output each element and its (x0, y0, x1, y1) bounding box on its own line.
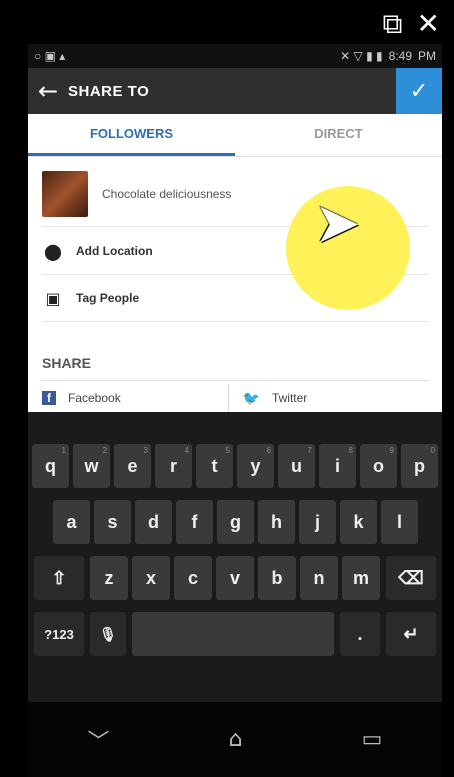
share-facebook[interactable]: f Facebook (42, 384, 228, 412)
status-bar: ○ ▣ ▴ ✕ ▽ ▮ ▮ 8:49 PM (28, 44, 442, 68)
nav-recents-icon[interactable]: ▭ (362, 727, 383, 752)
key-hint: 1 (61, 446, 66, 455)
notification-icon: ○ ▣ ▴ (34, 49, 66, 63)
confirm-check-button[interactable]: ✓ (396, 68, 442, 114)
key-x[interactable]: x (132, 556, 170, 600)
phone-screen: ○ ▣ ▴ ✕ ▽ ▮ ▮ 8:49 PM ← SHARE TO ✓ FOLLO… (28, 44, 442, 777)
tag-people-icon: ▣ (45, 288, 61, 308)
keyboard-row-3: ⇧ ⌫ zxcvbnm (28, 556, 442, 604)
microphone-key[interactable]: 🎙 (90, 612, 126, 656)
key-y[interactable]: y6 (237, 444, 274, 488)
key-g[interactable]: g (217, 500, 254, 544)
key-t[interactable]: t5 (196, 444, 233, 488)
app-bar: ← SHARE TO ✓ (28, 68, 442, 114)
key-e[interactable]: e3 (114, 444, 151, 488)
backspace-key[interactable]: ⌫ (386, 556, 436, 600)
symbols-key[interactable]: ?123 (34, 612, 84, 656)
key-r[interactable]: r4 (155, 444, 192, 488)
keyboard-row-1: q1w2e3r4t5y6u7i8o9p0 (28, 444, 442, 492)
key-hint: 2 (102, 446, 107, 455)
key-j[interactable]: j (299, 500, 336, 544)
key-hint: 9 (389, 446, 394, 455)
signal-icon: ✕ ▽ ▮ ▮ (340, 49, 383, 63)
add-location-label: Add Location (76, 244, 153, 258)
key-m[interactable]: m (342, 556, 380, 600)
tab-followers[interactable]: FOLLOWERS (28, 114, 235, 156)
share-tabs: FOLLOWERS DIRECT (28, 114, 442, 157)
facebook-label: Facebook (68, 391, 121, 405)
key-k[interactable]: k (340, 500, 377, 544)
key-i[interactable]: i8 (319, 444, 356, 488)
period-key[interactable]: . (340, 612, 380, 656)
nav-home-icon[interactable]: ⌂ (229, 727, 243, 752)
key-hint: 6 (266, 446, 271, 455)
status-right: ✕ ▽ ▮ ▮ 8:49 PM (340, 49, 436, 63)
facebook-icon: f (42, 391, 56, 405)
post-thumbnail[interactable] (42, 171, 88, 217)
share-twitter[interactable]: 🐦 Twitter (227, 384, 429, 412)
back-arrow-icon[interactable]: ← (28, 77, 68, 105)
keyboard-row-4: ?123 🎙 . ↵ (28, 612, 442, 660)
key-q[interactable]: q1 (32, 444, 69, 488)
key-a[interactable]: a (53, 500, 90, 544)
shift-key[interactable]: ⇧ (34, 556, 84, 600)
key-f[interactable]: f (176, 500, 213, 544)
key-d[interactable]: d (135, 500, 172, 544)
key-h[interactable]: h (258, 500, 295, 544)
twitter-icon: 🐦 (242, 389, 260, 406)
key-w[interactable]: w2 (73, 444, 110, 488)
key-hint: 5 (225, 446, 230, 455)
space-key[interactable] (132, 612, 334, 656)
page-title: SHARE TO (68, 82, 150, 100)
key-b[interactable]: b (258, 556, 296, 600)
location-pin-icon: ⬤ (44, 241, 62, 261)
key-v[interactable]: v (216, 556, 254, 600)
key-hint: 4 (184, 446, 189, 455)
nav-back-icon[interactable]: ﹀ (88, 724, 110, 756)
onscreen-keyboard: q1w2e3r4t5y6u7i8o9p0 asdfghjkl ⇧ ⌫ zxcvb… (28, 412, 442, 702)
twitter-label: Twitter (271, 391, 308, 405)
key-l[interactable]: l (381, 500, 418, 544)
tab-direct[interactable]: DIRECT (235, 114, 442, 156)
key-u[interactable]: u7 (278, 444, 315, 488)
key-hint: 7 (307, 446, 312, 455)
status-time: 8:49 (388, 49, 412, 63)
popout-icon[interactable]: ⧉ (383, 10, 403, 38)
share-heading: SHARE (42, 352, 428, 381)
key-p[interactable]: p0 (401, 444, 438, 488)
key-z[interactable]: z (90, 556, 128, 600)
key-hint: 0 (430, 446, 435, 455)
android-nav-bar: ﹀ ⌂ ▭ (28, 702, 442, 777)
share-services: f Facebook 🐦 Twitter (42, 384, 428, 412)
keyboard-row-2: asdfghjkl (28, 500, 442, 548)
key-o[interactable]: o9 (360, 444, 397, 488)
window-controls: ⧉ ✕ (383, 10, 440, 38)
tag-people-label: Tag People (76, 291, 140, 305)
caption-field[interactable]: Chocolate deliciousness (102, 187, 231, 201)
mouse-pointer-icon: ➤ (314, 191, 361, 256)
device-frame: ⧉ ✕ ○ ▣ ▴ ✕ ▽ ▮ ▮ 8:49 PM ← SHARE TO ✓ F… (0, 0, 454, 777)
key-s[interactable]: s (94, 500, 131, 544)
key-hint: 3 (143, 446, 148, 455)
key-c[interactable]: c (174, 556, 212, 600)
close-icon[interactable]: ✕ (417, 10, 440, 38)
enter-key[interactable]: ↵ (386, 612, 436, 656)
key-n[interactable]: n (300, 556, 338, 600)
status-left: ○ ▣ ▴ (34, 49, 65, 63)
status-ampm: PM (418, 49, 436, 63)
key-hint: 8 (348, 446, 353, 455)
